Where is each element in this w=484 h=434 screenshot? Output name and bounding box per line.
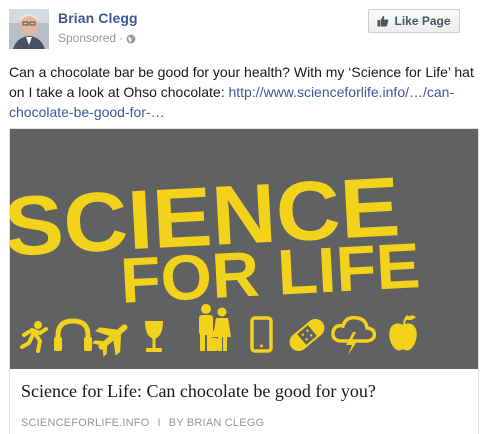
post-message: Can a chocolate bar be good for your hea… [9, 62, 475, 122]
card-image[interactable]: SCIENCE FOR LIFE [10, 129, 478, 369]
like-page-label: Like Page [394, 14, 451, 28]
card-source-separator: I [157, 417, 161, 429]
card-title-link[interactable]: Science for Life: Can chocolate be good … [21, 381, 376, 402]
link-preview-card[interactable]: SCIENCE FOR LIFE Science for Life: Can c… [9, 128, 479, 434]
meta-separator: · [119, 31, 124, 45]
thumbs-up-icon [377, 15, 389, 27]
author-avatar[interactable] [9, 9, 49, 49]
post-meta: Sponsored · [58, 31, 136, 45]
sponsored-post: Brian Clegg Sponsored · Like Page Can a … [0, 0, 484, 434]
like-page-button[interactable]: Like Page [368, 9, 460, 33]
card-byline: BY BRIAN CLEGG [168, 417, 265, 429]
globe-icon[interactable] [126, 33, 136, 44]
card-source: SCIENCEFORLIFE.INFO I BY BRIAN CLEGG [21, 417, 264, 429]
sponsored-label[interactable]: Sponsored [58, 31, 116, 45]
author-name-link[interactable]: Brian Clegg [58, 10, 138, 26]
card-domain: SCIENCEFORLIFE.INFO [21, 417, 150, 429]
